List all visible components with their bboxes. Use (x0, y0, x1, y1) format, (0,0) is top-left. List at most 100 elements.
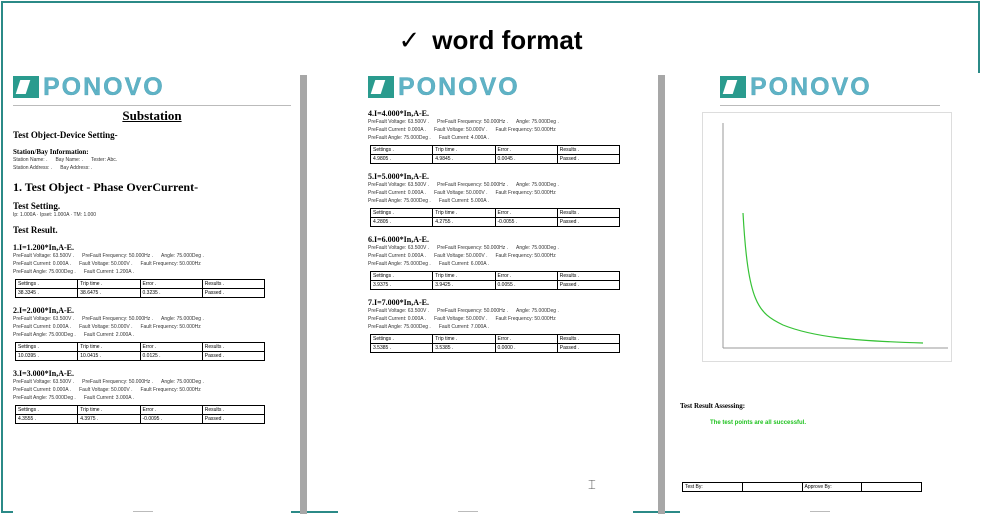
table-header-row: Settings . Trip time . Error . Results . (369, 208, 621, 218)
report-page-1: PONOVO Substation Test Object-Device Set… (13, 73, 291, 514)
cell-error: 0.0055 . (494, 280, 558, 290)
result-blocks: 1.I=1.200*In,A-E. PreFault Voltage: 63.50… (13, 243, 291, 424)
header-results: Results . (556, 271, 621, 281)
fault-current: Fault Current: 5.000A . (438, 198, 490, 204)
characteristic-curve (742, 212, 924, 344)
assessing-heading: Test Result Assessing: (680, 402, 746, 410)
condition-row: PreFault Angle: 75.000Deg . Fault Current… (368, 134, 633, 142)
cell-results: Passed . (556, 280, 621, 290)
condition-row: PreFault Current: 0.000A . Fault Voltage:… (13, 260, 291, 268)
prefault-voltage: PreFault Voltage: 63.500V . (368, 308, 430, 314)
angle: Angle: 75.000Deg . (516, 182, 559, 188)
cell-results: Passed . (556, 217, 621, 227)
condition-row: PreFault Voltage: 63.500V . PreFault Freq… (13, 315, 291, 323)
test-by-label: Test By: (682, 482, 743, 492)
condition-row: PreFault Current: 0.000A . Fault Voltage:… (13, 323, 291, 331)
header-results: Results . (201, 342, 266, 352)
table-row: 4.3555 . 4.3975 . -0.0095 . Passed . (14, 414, 266, 424)
logo-text: PONOVO (750, 73, 872, 101)
prefault-current: PreFault Current: 0.000A . (368, 253, 427, 259)
cell-error: 0.3235 . (139, 288, 203, 298)
angle: Angle: 75.000Deg . (516, 119, 559, 125)
prefault-frequency: PreFault Frequency: 50.000Hz . (82, 253, 154, 259)
result-table: Settings . Trip time . Error . Results . 3.5… (369, 334, 621, 353)
header-settings: Settings . (369, 208, 434, 218)
report-page-3: PONOVO Test Result Assessing: The test p… (680, 73, 980, 514)
cell-trip-time: 3.9425 . (432, 280, 496, 290)
prefault-voltage: PreFault Voltage: 63.500V . (13, 379, 75, 385)
fault-frequency: Fault Frequency: 50.000Hz (495, 253, 556, 259)
result-table: Settings . Trip time . Error . Results . 4.9… (369, 145, 621, 164)
ponovo-logo: PONOVO (720, 73, 980, 101)
header-error: Error . (494, 334, 558, 344)
fault-frequency: Fault Frequency: 50.000Hz (140, 261, 201, 267)
header-results: Results . (201, 405, 266, 415)
cell-settings: 10.0395 . (14, 351, 79, 361)
result-block: 3.I=3.000*In,A-E. PreFault Voltage: 63.50… (13, 369, 291, 424)
cell-trip-time: 4.2755 . (432, 217, 496, 227)
fault-frequency: Fault Frequency: 50.000Hz (495, 316, 556, 322)
header-error: Error . (494, 208, 558, 218)
prefault-current: PreFault Current: 0.000A . (368, 316, 427, 322)
signature-table: Test By: Approve By: (682, 482, 922, 492)
prefault-angle: PreFault Angle: 75.000Deg . (13, 332, 76, 338)
table-header-row: Settings . Trip time . Error . Results . (369, 145, 621, 155)
header-trip-time: Trip time . (432, 145, 496, 155)
cell-error: 0.0125 . (139, 351, 203, 361)
result-block-title: 1.I=1.200*In,A-E. (13, 243, 75, 252)
result-block: 7.I=7.000*In,A-E. PreFault Voltage: 63.50… (368, 298, 633, 353)
condition-row: PreFault Angle: 75.000Deg . Fault Current… (13, 394, 291, 402)
cell-trip-time: 38.6475 . (77, 288, 141, 298)
fault-current: Fault Current: 7.000A . (438, 324, 490, 330)
prefault-angle: PreFault Angle: 75.000Deg . (368, 324, 431, 330)
fault-frequency: Fault Frequency: 50.000Hz (495, 190, 556, 196)
table-row: 3.5385 . 3.5385 . 0.0000 . Passed . (369, 343, 621, 353)
result-block: 5.I=5.000*In,A-E. PreFault Voltage: 63.50… (368, 172, 633, 227)
header-settings: Settings . (369, 271, 434, 281)
fault-voltage: Fault Voltage: 50.000V . (79, 324, 133, 330)
cell-results: Passed . (556, 154, 621, 164)
result-block: 4.I=4.000*In,A-E. PreFault Voltage: 63.50… (368, 109, 633, 164)
result-block-title: 4.I=4.000*In,A-E. (368, 109, 430, 118)
heading-title: word format (432, 25, 583, 55)
table-row: 38.3345 . 38.6475 . 0.3235 . Passed . (14, 288, 266, 298)
cell-settings: 4.9805 . (369, 154, 434, 164)
station-address: Station Address: . (13, 165, 53, 171)
prefault-current: PreFault Current: 0.000A . (13, 387, 72, 393)
station-name: Station Name: . (13, 157, 48, 163)
condition-row: PreFault Voltage: 63.500V . PreFault Freq… (368, 244, 633, 252)
angle: Angle: 75.000Deg . (161, 253, 204, 259)
cell-settings: 3.9375 . (369, 280, 434, 290)
header-settings: Settings . (369, 145, 434, 155)
prefault-current: PreFault Current: 0.000A . (368, 190, 427, 196)
header-trip-time: Trip time . (77, 342, 141, 352)
section-heading: Test Object-Device Setting- (13, 130, 118, 140)
setting-line: Ip: 1.000A · Ipset: 1.000A · TM: 1.000 (13, 212, 97, 218)
fault-voltage: Fault Voltage: 50.000V . (434, 190, 488, 196)
header-trip-time: Trip time . (432, 271, 496, 281)
bay-name: Bay Name: . (55, 157, 83, 163)
header-results: Results . (556, 208, 621, 218)
prefault-current: PreFault Current: 0.000A . (368, 127, 427, 133)
cell-error: 0.0045 . (494, 154, 558, 164)
condition-row: PreFault Voltage: 63.500V . PreFault Freq… (368, 307, 633, 315)
text-cursor-icon: ⌶ (588, 478, 596, 493)
result-block: 6.I=6.000*In,A-E. PreFault Voltage: 63.50… (368, 235, 633, 290)
prefault-frequency: PreFault Frequency: 50.000Hz . (82, 316, 154, 322)
angle: Angle: 75.000Deg . (516, 245, 559, 251)
logo-icon (368, 76, 394, 98)
prefault-angle: PreFault Angle: 75.000Deg . (368, 135, 431, 141)
cell-settings: 3.5385 . (369, 343, 434, 353)
result-blocks: 4.I=4.000*In,A-E. PreFault Voltage: 63.50… (368, 109, 633, 353)
fault-voltage: Fault Voltage: 50.000V . (434, 127, 488, 133)
condition-row: PreFault Voltage: 63.500V . PreFault Freq… (368, 118, 633, 126)
prefault-voltage: PreFault Voltage: 63.500V . (368, 119, 430, 125)
prefault-voltage: PreFault Voltage: 63.500V . (13, 253, 75, 259)
slide-frame: ✓ word format PONOVO Substation Test Obje… (1, 1, 980, 514)
cell-trip-time: 4.9845 . (432, 154, 496, 164)
result-block-title: 5.I=5.000*In,A-E. (368, 172, 430, 181)
result-table: Settings . Trip time . Error . Results . 4.3… (14, 405, 266, 424)
cell-trip-time: 10.0415 . (77, 351, 141, 361)
angle: Angle: 75.000Deg . (161, 379, 204, 385)
header-error: Error . (494, 145, 558, 155)
